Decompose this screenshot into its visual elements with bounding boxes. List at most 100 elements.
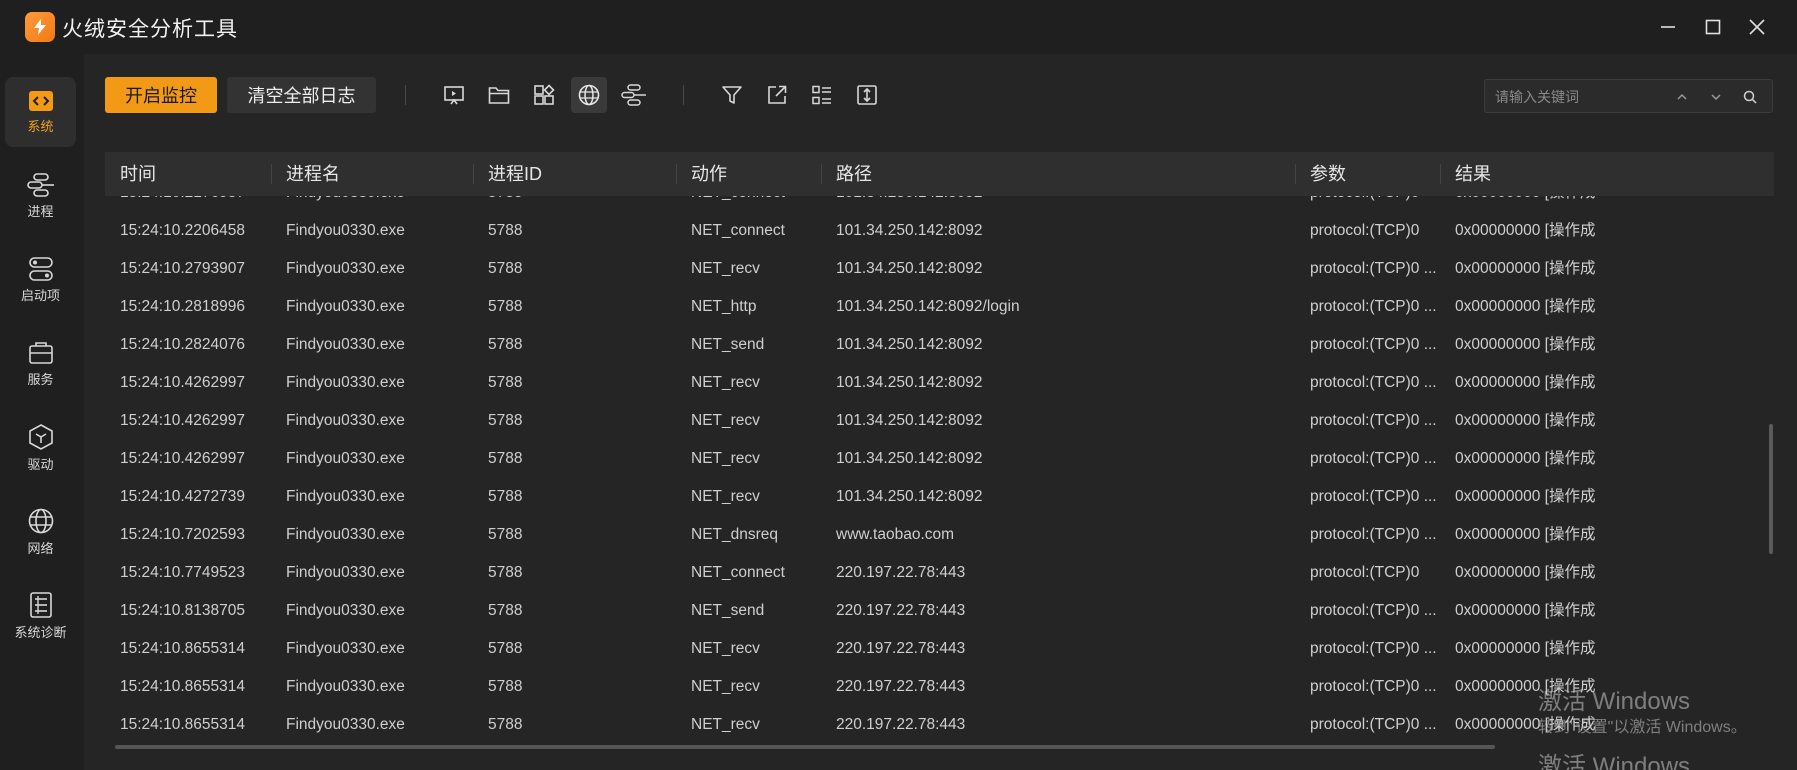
export-button[interactable] <box>759 77 795 113</box>
sidebar-item-diagnostics[interactable]: 系统诊断 <box>5 581 76 651</box>
sidebar-item-service[interactable]: 服务 <box>5 329 76 399</box>
sidebar-item-label: 进程 <box>27 203 54 219</box>
cell-action: NET_recv <box>691 678 760 695</box>
cell-result: 0x00000000 [操作成 <box>1455 260 1596 277</box>
cell-process-name: Findyou0330.exe <box>286 260 405 277</box>
cell-action: NET_connect <box>691 564 785 581</box>
table-row[interactable]: 15:24:10.2818996 Findyou0330.exe 5788 NET_h… <box>105 288 1774 326</box>
table-row[interactable]: 15:24:10.4262997 Findyou0330.exe 5788 NET_r… <box>105 364 1774 402</box>
cell-path: 220.197.22.78:443 <box>836 564 966 581</box>
cell-params: protocol:(TCP)0 ... <box>1310 336 1437 353</box>
start-monitor-button[interactable]: 开启监控 <box>105 77 217 113</box>
cell-time: 15:24:10.4262997 <box>120 374 245 391</box>
cell-path: 101.34.250.142:8092 <box>836 488 983 505</box>
cell-action: NET_recv <box>691 640 760 657</box>
sidebar-item-network[interactable]: 网络 <box>5 497 76 567</box>
cell-process-name: Findyou0330.exe <box>286 526 405 543</box>
column-header-action[interactable]: 动作 <box>676 152 821 196</box>
clear-logs-button[interactable]: 清空全部日志 <box>227 77 376 113</box>
cell-path: 220.197.22.78:443 <box>836 640 966 657</box>
cell-path: 101.34.250.142:8092 <box>836 260 983 277</box>
search-icon <box>1743 90 1757 104</box>
table-row[interactable]: 15:24:10.8655314 Findyou0330.exe 5788 NET_r… <box>105 630 1774 668</box>
auto-scroll-button[interactable] <box>849 77 885 113</box>
cell-params: protocol:(TCP)0 ... <box>1310 488 1437 505</box>
cell-result: 0x00000000 [操作成 <box>1455 602 1596 619</box>
table-row[interactable]: 15:24:10.7749523 Findyou0330.exe 5788 NET_c… <box>105 554 1774 592</box>
cell-result: 0x00000000 [操作成 <box>1455 640 1596 657</box>
diagnostic-icon <box>29 591 52 618</box>
search-input[interactable] <box>1495 86 1665 108</box>
cell-process-id: 5788 <box>488 526 523 543</box>
cell-path: 101.34.250.142:8092 <box>836 336 983 353</box>
table-row[interactable]: 15:24:10.8138705 Findyou0330.exe 5788 NET_s… <box>105 592 1774 630</box>
toolbar-divider <box>405 85 406 105</box>
cell-time: 15:24:10.8655314 <box>120 716 245 733</box>
screen-capture-button[interactable] <box>436 77 472 113</box>
table-row[interactable]: 15:24:10.4272739 Findyou0330.exe 5788 NET_r… <box>105 478 1774 516</box>
cell-process-id: 5788 <box>488 260 523 277</box>
maximize-button[interactable] <box>1693 12 1733 42</box>
open-folder-button[interactable] <box>481 77 517 113</box>
sidebar-item-process[interactable]: 进程 <box>5 161 76 231</box>
table-row[interactable]: 15:24:10.2793907 Findyou0330.exe 5788 NET_r… <box>105 250 1774 288</box>
sidebar-item-system[interactable]: 系统 <box>5 77 76 147</box>
column-header-time[interactable]: 时间 <box>105 152 271 196</box>
vertical-arrows-icon <box>857 85 877 105</box>
cell-process-id: 5788 <box>488 678 523 695</box>
table-row[interactable]: 15:24:10.2206458 Findyou0330.exe 5788 NET_c… <box>105 212 1774 250</box>
maximize-icon <box>1705 19 1721 35</box>
search-prev-button[interactable] <box>1671 86 1693 108</box>
cell-result: 0x00000000 [操作成 <box>1455 374 1596 391</box>
vertical-scrollbar[interactable] <box>1769 424 1773 554</box>
column-header-process-name[interactable]: 进程名 <box>271 152 473 196</box>
search-box <box>1484 79 1773 113</box>
cell-action: NET_send <box>691 336 765 353</box>
table-row[interactable]: 15:24:10.7202593 Findyou0330.exe 5788 NET_d… <box>105 516 1774 554</box>
cell-result: 0x00000000 [操作成 <box>1455 412 1596 429</box>
close-button[interactable] <box>1737 12 1777 42</box>
process-icon <box>26 172 54 197</box>
cell-params: protocol:(TCP)0 ... <box>1310 450 1437 467</box>
table-row[interactable]: 15:24:10.4262997 Findyou0330.exe 5788 NET_r… <box>105 402 1774 440</box>
cell-path: 220.197.22.78:443 <box>836 716 966 733</box>
table-row[interactable]: 15:24:10.2824076 Findyou0330.exe 5788 NET_s… <box>105 326 1774 364</box>
minimize-button[interactable] <box>1648 12 1688 42</box>
column-header-process-id[interactable]: 进程ID <box>473 152 676 196</box>
cell-process-name: Findyou0330.exe <box>286 716 405 733</box>
cell-process-name: Findyou0330.exe <box>286 222 405 239</box>
cell-result: 0x00000000 [操作成 <box>1455 450 1596 467</box>
plugins-button[interactable] <box>526 77 562 113</box>
cell-path: 101.34.250.142:8092 <box>836 374 983 391</box>
cell-result: 0x00000000 [操作成 <box>1455 678 1596 695</box>
cell-result: 0x00000000 [操作成 <box>1455 564 1596 581</box>
table-row[interactable]: 15:24:10.8655314 Findyou0330.exe 5788 NET_r… <box>105 706 1774 744</box>
horizontal-scrollbar[interactable] <box>115 745 1495 749</box>
search-button[interactable] <box>1739 86 1761 108</box>
app-title: 火绒安全分析工具 <box>62 18 238 41</box>
column-header-path[interactable]: 路径 <box>821 152 1295 196</box>
cell-process-name: Findyou0330.exe <box>286 450 405 467</box>
column-settings-button[interactable] <box>804 77 840 113</box>
table-row[interactable]: 15:24:10.8655314 Findyou0330.exe 5788 NET_r… <box>105 668 1774 706</box>
column-header-params[interactable]: 参数 <box>1295 152 1440 196</box>
cell-result: 0x00000000 [操作成 <box>1455 336 1596 353</box>
table-row[interactable]: 15:24:10.4262997 Findyou0330.exe 5788 NET_r… <box>105 440 1774 478</box>
sidebar-item-driver[interactable]: 驱动 <box>5 413 76 483</box>
cell-path: www.taobao.com <box>836 526 955 543</box>
process-tree-button[interactable] <box>616 77 652 113</box>
cell-result: 0x00000000 [操作成 <box>1455 222 1596 239</box>
cell-result: 0x00000000 [操作成 <box>1455 298 1596 315</box>
cell-process-id: 5788 <box>488 602 523 619</box>
sidebar-item-startup[interactable]: 启动项 <box>5 245 76 315</box>
filter-button[interactable] <box>714 77 750 113</box>
column-header-result[interactable]: 结果 <box>1440 152 1774 196</box>
cell-action: NET_recv <box>691 412 760 429</box>
cell-params: protocol:(TCP)0 ... <box>1310 374 1437 391</box>
search-next-button[interactable] <box>1705 86 1727 108</box>
network-filter-button[interactable] <box>571 77 607 113</box>
cell-process-id: 5788 <box>488 640 523 657</box>
event-table: 15:24:10.2176987Findyou0330.exe5788NET_c… <box>105 152 1774 752</box>
cell-action: NET_recv <box>691 374 760 391</box>
cell-process-name: Findyou0330.exe <box>286 602 405 619</box>
